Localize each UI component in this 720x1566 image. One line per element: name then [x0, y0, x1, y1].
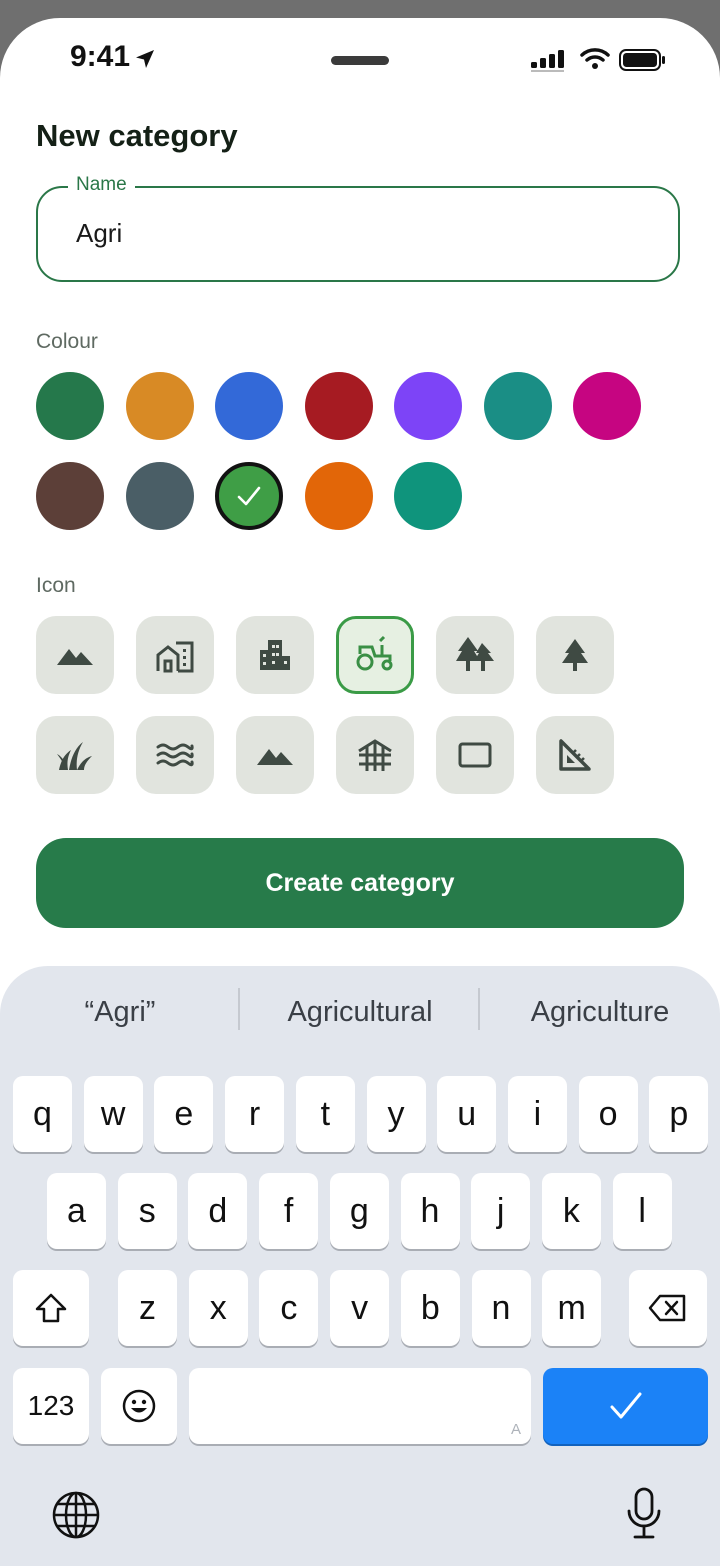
page-title: New category	[36, 118, 238, 153]
status-time: 9:41	[70, 40, 131, 73]
icon-option-landscape[interactable]	[36, 616, 114, 694]
suggestion-literal[interactable]: “Agri”	[0, 996, 240, 1029]
colour-swatch[interactable]	[215, 372, 283, 440]
rectangle-icon	[458, 742, 492, 768]
colour-swatch[interactable]	[394, 372, 462, 440]
key-k[interactable]: k	[541, 1173, 601, 1249]
suggestion-agricultural[interactable]: Agricultural	[240, 996, 480, 1029]
key-y[interactable]: y	[366, 1076, 426, 1152]
tree-icon	[562, 639, 588, 671]
icon-option-grass[interactable]	[36, 716, 114, 794]
colour-swatch[interactable]	[304, 462, 373, 530]
name-input[interactable]	[76, 218, 636, 249]
key-x[interactable]: x	[188, 1270, 248, 1346]
colour-swatch[interactable]	[215, 462, 283, 530]
key-f[interactable]: f	[259, 1173, 319, 1249]
icon-option-set-square[interactable]	[536, 716, 614, 794]
key-j[interactable]: j	[471, 1173, 531, 1249]
key-s[interactable]: s	[117, 1173, 177, 1249]
numbers-key[interactable]: 123	[13, 1368, 89, 1444]
colour-swatch[interactable]	[573, 372, 641, 440]
colour-swatch[interactable]	[394, 462, 462, 530]
delete-key[interactable]	[629, 1270, 707, 1346]
icon-section-label: Icon	[36, 574, 76, 597]
key-t[interactable]: t	[295, 1076, 355, 1152]
set-square-icon	[559, 739, 591, 771]
key-l[interactable]: l	[612, 1173, 672, 1249]
microphone-icon[interactable]	[624, 1486, 664, 1542]
space-key-hint: A	[510, 1421, 521, 1438]
emoji-icon	[122, 1389, 156, 1423]
key-r[interactable]: r	[225, 1076, 285, 1152]
icon-option-apartment[interactable]	[236, 616, 314, 694]
key-b[interactable]: b	[400, 1270, 460, 1346]
colour-swatch[interactable]	[36, 462, 104, 530]
mountain-icon	[257, 749, 293, 765]
key-w[interactable]: w	[83, 1076, 143, 1152]
tractor-icon	[356, 635, 393, 671]
key-p[interactable]: p	[649, 1076, 709, 1152]
key-m[interactable]: m	[542, 1270, 602, 1346]
checkmark-icon	[237, 486, 261, 506]
key-o[interactable]: o	[578, 1076, 638, 1152]
icon-option-rectangle[interactable]	[436, 716, 514, 794]
key-g[interactable]: g	[329, 1173, 389, 1249]
globe-icon[interactable]	[51, 1490, 101, 1540]
house-building-icon	[156, 641, 194, 673]
landscape-icon	[57, 649, 93, 665]
key-z[interactable]: z	[118, 1270, 177, 1346]
icon-option-tractor[interactable]	[336, 616, 414, 694]
key-u[interactable]: u	[437, 1076, 497, 1152]
apartment-icon	[260, 640, 290, 670]
icon-option-waves[interactable]	[136, 716, 214, 794]
waves-icon	[156, 743, 194, 767]
phone-screen: 9:41 New category Name Colour Icon	[0, 18, 720, 1566]
on-screen-keyboard: “Agri” Agricultural Agriculture qwertyui…	[0, 966, 720, 1566]
icon-option-house-building[interactable]	[136, 616, 214, 694]
emoji-key[interactable]	[101, 1368, 177, 1444]
key-e[interactable]: e	[154, 1076, 214, 1152]
create-category-button[interactable]: Create category	[36, 838, 684, 928]
colour-swatch[interactable]	[36, 372, 104, 440]
icon-option-fence[interactable]	[336, 716, 414, 794]
icon-option-forest[interactable]	[436, 616, 514, 694]
colour-section-label: Colour	[36, 330, 98, 353]
key-v[interactable]: v	[330, 1270, 390, 1346]
name-field[interactable]: Name	[36, 174, 680, 282]
shift-icon	[35, 1293, 67, 1323]
key-a[interactable]: a	[47, 1173, 106, 1249]
location-arrow-icon	[136, 50, 154, 68]
battery-icon	[619, 49, 665, 71]
colour-swatch[interactable]	[483, 372, 552, 440]
checkmark-icon	[610, 1392, 641, 1419]
shift-key[interactable]	[13, 1270, 89, 1346]
grass-icon	[57, 742, 92, 770]
key-q[interactable]: q	[13, 1076, 72, 1152]
icon-option-mountain[interactable]	[236, 716, 314, 794]
fence-icon	[358, 739, 392, 771]
backspace-icon	[648, 1294, 686, 1322]
key-h[interactable]: h	[400, 1173, 460, 1249]
key-c[interactable]: c	[259, 1270, 319, 1346]
forest-icon	[456, 637, 494, 671]
name-field-label: Name	[68, 174, 135, 196]
space-key[interactable]: A	[189, 1368, 531, 1444]
key-n[interactable]: n	[471, 1270, 531, 1346]
key-i[interactable]: i	[507, 1076, 567, 1152]
icon-option-tree[interactable]	[536, 616, 614, 694]
colour-swatch[interactable]	[125, 462, 194, 530]
done-key[interactable]	[543, 1368, 708, 1444]
dynamic-island-pill	[331, 56, 389, 65]
cellular-signal-icon	[531, 50, 564, 72]
wifi-icon	[580, 48, 610, 69]
status-bar: 9:41	[0, 18, 720, 102]
colour-swatch[interactable]	[125, 372, 194, 440]
suggestion-agriculture[interactable]: Agriculture	[480, 996, 720, 1029]
colour-swatch[interactable]	[304, 372, 373, 440]
key-d[interactable]: d	[188, 1173, 248, 1249]
